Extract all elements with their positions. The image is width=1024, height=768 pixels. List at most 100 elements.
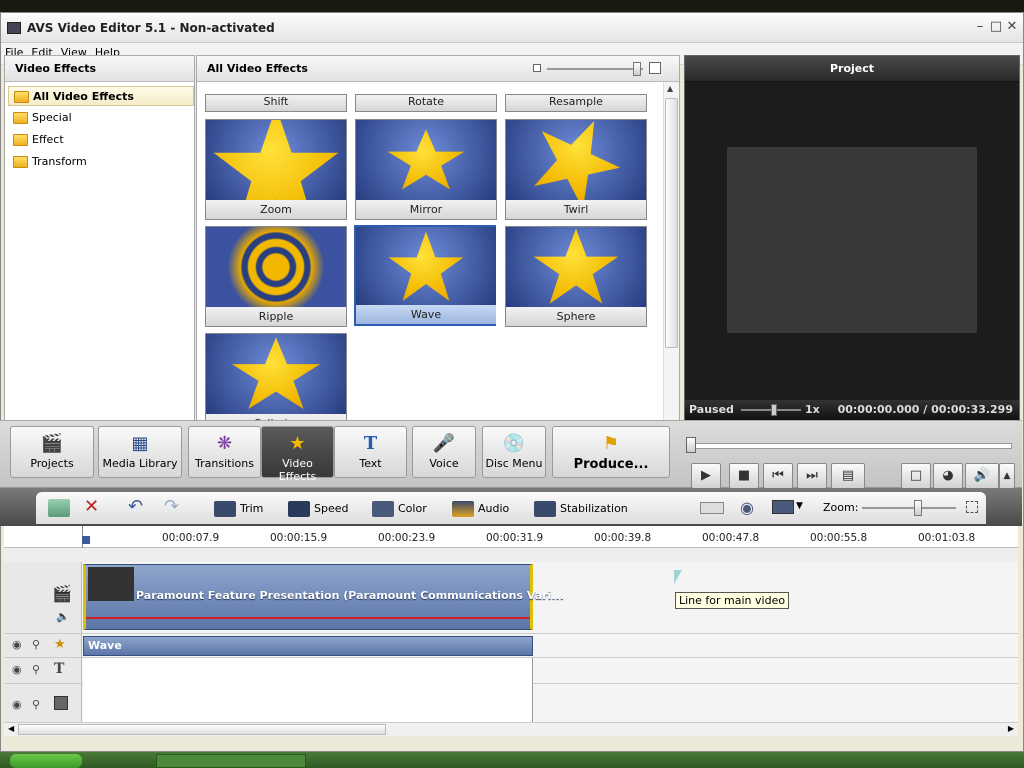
effect-label: Sphere [506,307,646,326]
stabilization-button[interactable]: Stabilization [534,500,628,518]
seek-handle[interactable] [686,437,696,453]
scroll-up-icon[interactable]: ▲ [667,84,673,93]
effect-cylinder[interactable]: Cylinder [205,333,347,432]
video-effects-button[interactable]: ★ Video Effects [261,426,334,483]
main-video-clip[interactable]: Paramount Feature Presentation (Paramoun… [83,564,564,630]
button-label: Video Effects [278,457,317,483]
display-mode-icon[interactable] [772,500,794,514]
snapshot-button[interactable]: ◕ [933,463,963,489]
speaker-icon[interactable]: 🔈 [56,610,70,623]
trim-button[interactable]: Trim [214,500,263,518]
eye-icon[interactable]: ◉ [12,663,22,676]
webcam-icon[interactable]: ◉ [740,498,754,517]
media-library-button[interactable]: ▦ Media Library [98,426,182,478]
effect-wave[interactable]: Wave [354,225,496,326]
taskbar-app-button[interactable] [156,754,306,768]
volume-button[interactable]: 🔊 [965,463,999,489]
lock-icon[interactable]: ⚲ [32,698,40,711]
monitor-button[interactable]: □ [901,463,931,489]
produce-button[interactable]: ⚑ Produce... [552,426,670,478]
effect-mirror[interactable]: Mirror [355,119,497,220]
disc-menu-button[interactable]: 💿 Disc Menu [482,426,546,478]
prev-frame-button[interactable]: ⏮ [763,463,793,489]
next-frame-button[interactable]: ⏭ [797,463,827,489]
effect-thumbnail [206,227,346,307]
timeline-ruler[interactable]: 00:00:07.9 00:00:15.9 00:00:23.9 00:00:3… [4,526,1018,548]
overlay-track[interactable]: ◉ ⚲ [4,684,1018,726]
eye-icon[interactable]: ◉ [12,638,22,651]
video-overlay-icon [54,696,68,710]
effect-resample[interactable]: Resample [505,94,647,112]
ruler-tick: 00:00:15.9 [270,532,328,544]
title-bar[interactable]: AVS Video Editor 5.1 - Non-activated – □… [1,13,1023,43]
star-icon [516,120,636,200]
audio-button[interactable]: Audio [452,500,509,518]
scroll-thumb[interactable] [665,98,678,348]
chevron-down-icon[interactable]: ▼ [796,501,803,511]
effect-ripple[interactable]: Ripple [205,226,347,327]
main-video-track[interactable]: 🎬 🔈 Paramount Feature Presentation (Para… [4,562,1018,634]
category-effect[interactable]: Effect [8,130,194,150]
undo-icon[interactable]: ↶ [128,496,143,517]
close-icon[interactable]: ✕ [1003,19,1021,35]
start-button[interactable] [10,754,82,768]
category-transform[interactable]: Transform [8,152,194,172]
voice-button[interactable]: 🎤 Voice [412,426,476,478]
clapperboard-icon: 🎬 [40,433,64,454]
button-label: Produce... [573,457,649,472]
seek-bar[interactable] [690,443,1012,449]
lock-icon[interactable]: ⚲ [32,663,40,676]
play-button[interactable]: ▶ [691,463,721,489]
playhead-marker[interactable] [82,536,90,544]
category-label: All Video Effects [33,90,134,103]
scroll-left-icon[interactable]: ◀ [8,724,14,733]
text-track[interactable]: ◉ ⚲ T [4,658,1018,684]
effect-sphere[interactable]: Sphere [505,226,647,327]
text-button[interactable]: T Text [334,426,407,478]
wave-effect-clip[interactable]: Wave [83,636,533,656]
fullscreen-toggle-button[interactable]: ▤ [831,463,865,489]
folder-icon [13,134,28,146]
slider-handle[interactable] [633,62,641,76]
disc-menu-icon: 💿 [502,433,526,454]
color-button[interactable]: Color [372,500,427,518]
text-track-area[interactable] [83,658,533,684]
effect-shift[interactable]: Shift [205,94,347,112]
timeline-toolbar: ✕ ↶ ↷ Trim Speed Color Audio Stabilizati… [0,488,1022,526]
redo-icon[interactable]: ↷ [164,496,179,517]
effect-rotate[interactable]: Rotate [355,94,497,112]
volume-expand-button[interactable]: ▲ [999,463,1015,489]
transitions-button[interactable]: ❋ Transitions [188,426,261,478]
scroll-thumb[interactable] [18,724,386,735]
transitions-icon: ❋ [216,433,233,454]
delete-icon[interactable]: ✕ [84,496,99,517]
category-all-video-effects[interactable]: All Video Effects [8,86,194,106]
scroll-right-icon[interactable]: ▶ [1008,724,1014,733]
split-icon[interactable] [700,502,724,514]
grid-scrollbar[interactable]: ▲ ▼ [663,82,679,432]
effect-twirl[interactable]: Twirl [505,119,647,220]
text-t-icon: T [54,661,65,677]
add-media-icon[interactable] [48,499,70,517]
zoom-slider-handle[interactable] [914,500,922,516]
tool-label: Trim [240,502,264,515]
thumbnail-size-slider[interactable] [533,62,669,76]
effect-thumbnail [356,120,496,200]
stabilization-icon [534,501,556,517]
speed-button[interactable]: Speed [288,500,348,518]
timeline-horizontal-scrollbar[interactable]: ◀ ▶ [4,722,1018,736]
triangle-up-icon: ▲ [1003,471,1011,481]
category-special[interactable]: Special [8,108,194,128]
playback-status: Paused [689,403,734,416]
effect-track[interactable]: ◉ ⚲ ★ Wave [4,634,1018,658]
effect-label: Wave [356,305,496,324]
eye-icon[interactable]: ◉ [12,698,22,711]
lock-icon[interactable]: ⚲ [32,638,40,651]
overlay-track-area[interactable] [83,684,533,726]
audio-volume-line[interactable] [86,617,530,619]
stop-button[interactable]: ■ [729,463,759,489]
effect-zoom[interactable]: Zoom [205,119,347,220]
projects-button[interactable]: 🎬 Projects [10,426,94,478]
speed-slider-handle[interactable] [771,404,777,416]
fit-zoom-icon[interactable] [966,501,978,513]
